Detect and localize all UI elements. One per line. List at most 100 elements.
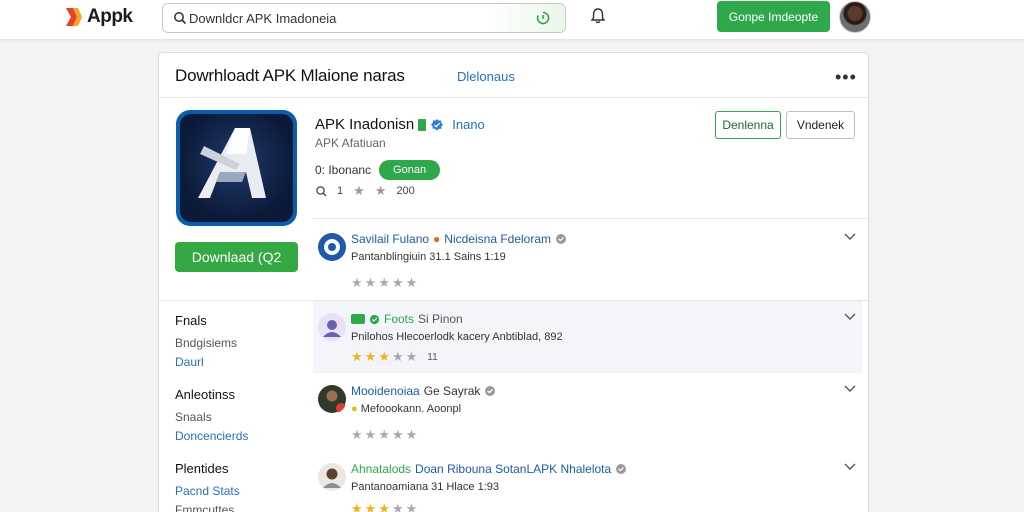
avatar — [318, 233, 346, 261]
review-name[interactable]: Mooidenoiaa — [351, 384, 420, 398]
sidebar-group: Fnals Bndgisiems Daurl — [175, 313, 305, 369]
search-input[interactable] — [189, 8, 489, 28]
sidebar-link[interactable]: Pacnd Stats — [175, 484, 305, 498]
sidebar-group: Anleotinss Snaals Doncencierds — [175, 387, 305, 443]
logo[interactable]: Αppk — [64, 5, 133, 29]
verified-icon — [431, 118, 444, 131]
star-icon: ★ — [364, 275, 377, 290]
sidebar: Fnals Bndgisiems Daurl Anleotinss Snaals… — [175, 313, 305, 512]
app-name-row: APK Inadonisn Inano — [315, 116, 485, 133]
stats-value-a: 1 — [337, 185, 344, 197]
download-button[interactable]: Downlaad (Q2 — [175, 242, 298, 272]
star-icon: ★ — [364, 349, 377, 364]
emoji-icon: ● — [351, 403, 358, 415]
sidebar-group: Plentides Pacnd Stats Fmmcuttes — [175, 461, 305, 512]
star-icon: ★ — [391, 349, 404, 364]
rating-stars: ★ ★ ★ ★ ★ — [351, 427, 417, 443]
review-author: Foots Si Pinon — [351, 312, 463, 326]
header-cta-button[interactable]: Gonpe Imdeopte — [717, 1, 830, 32]
chevron-down-icon[interactable] — [844, 385, 856, 393]
star-icon: ★ — [405, 349, 418, 364]
main-card: Dowrhloadt APK Mlaione naras Dlelonaus •… — [158, 52, 869, 512]
app-name: APK Inadonisn — [315, 116, 415, 133]
star-icon: ★ — [378, 349, 390, 364]
review-author: Savilail Fulano ● Nicdeisna Fdeloram — [351, 232, 567, 246]
rating-stars: ★ ★ ★ ★ ★ — [351, 501, 417, 512]
badge-icon — [418, 118, 427, 131]
app-stats-row: 1 ★ ★ 200 — [315, 183, 415, 199]
sidebar-link[interactable]: Doncencierds — [175, 429, 305, 443]
bell-icon[interactable] — [589, 7, 607, 25]
emoji-icon: ● — [433, 232, 441, 246]
review-body: Pantanblingiuin 31.1 Sains 1:19 — [351, 251, 506, 263]
review-tag: Nicdeisna Fdeloram — [444, 232, 552, 246]
verified-icon — [485, 386, 496, 396]
review-item[interactable]: Ahnatalods Doan Ribouna SotanLAPK Nhalel… — [313, 451, 862, 512]
star-icon: ★ — [353, 183, 365, 198]
search-bar[interactable] — [162, 3, 566, 33]
app-subtitle: APK Afatiuan — [315, 136, 386, 150]
review-author: Mooidenoiaa Ge Sayrak — [351, 384, 496, 398]
star-icon: ★ — [405, 501, 418, 512]
rating-stars: ★ ★ ★ ★ ★ — [351, 275, 417, 291]
stats-value-b: 200 — [396, 185, 415, 197]
refresh-icon[interactable] — [535, 10, 551, 26]
avatar — [318, 463, 346, 491]
review-item[interactable]: Foots Si Pinon Pnilohos Hlecoerlodk kace… — [313, 301, 862, 373]
stats-icon — [316, 186, 327, 197]
sidebar-link[interactable]: Fmmcuttes — [175, 503, 305, 512]
review-name[interactable]: Foots — [384, 312, 414, 326]
star-icon: ★ — [405, 275, 418, 290]
divider — [159, 97, 868, 98]
star-icon: ★ — [351, 275, 363, 290]
avatar[interactable] — [839, 1, 871, 33]
logo-text: Αppk — [87, 6, 133, 27]
breadcrumb[interactable]: Dlelonaus — [457, 69, 515, 84]
chevron-down-icon[interactable] — [844, 233, 856, 241]
app-icon — [176, 110, 297, 226]
sidebar-link[interactable]: Bndgisiems — [175, 336, 305, 350]
star-icon: ★ — [391, 275, 404, 290]
star-icon: ★ — [351, 501, 363, 512]
secondary-outline-button[interactable]: Vndenek — [786, 111, 855, 139]
review-name[interactable]: Savilail Fulano — [351, 232, 429, 246]
review-tag: Ge Sayrak — [423, 384, 481, 398]
review-tag: Doan Ribouna SotanLAPK Nhalelota — [415, 462, 612, 476]
top-bar: Αppk Gonpe Imdeopte — [0, 0, 1024, 40]
review-item[interactable]: Savilail Fulano ● Nicdeisna Fdeloram Pan… — [313, 221, 862, 301]
star-icon: ★ — [391, 427, 404, 442]
star-icon: ★ — [378, 275, 390, 290]
primary-outline-button[interactable]: Denlenna — [715, 111, 781, 139]
star-icon: ★ — [378, 501, 390, 512]
page-title: Dowrhloadt APK Mlaione naras — [175, 66, 405, 85]
chevron-down-icon[interactable] — [844, 313, 856, 321]
review-tag: Si Pinon — [418, 312, 463, 326]
app-meta-label: 0: Ibonanc — [315, 163, 372, 177]
more-options-icon[interactable]: ••• — [835, 67, 857, 88]
app-logo-icon — [198, 128, 266, 198]
category-pill[interactable]: Gonan — [379, 160, 441, 180]
star-icon: ★ — [391, 501, 404, 512]
star-icon: ★ — [351, 427, 363, 442]
search-icon — [174, 12, 187, 25]
verified-icon — [616, 464, 627, 474]
app-developer[interactable]: Inano — [452, 117, 485, 132]
star-icon: ★ — [405, 427, 418, 442]
star-icon: ★ — [351, 349, 363, 364]
rating-count: 11 — [427, 351, 438, 363]
review-body: Pantanoamiana 31 Hlace 1:93 — [351, 481, 499, 493]
rating-stars: ★ ★ ★ ★ ★ 11 — [351, 349, 438, 365]
review-name[interactable]: Ahnatalods — [351, 462, 411, 476]
sidebar-link[interactable]: Daurl — [175, 355, 305, 369]
review-item[interactable]: Mooidenoiaa Ge Sayrak ● Mefoookann. Aoon… — [313, 373, 862, 451]
review-author: Ahnatalods Doan Ribouna SotanLAPK Nhalel… — [351, 462, 627, 476]
star-icon: ★ — [374, 183, 387, 198]
sidebar-heading: Anleotinss — [175, 387, 235, 402]
verified-icon — [556, 234, 567, 244]
verified-icon — [369, 314, 380, 324]
chevron-down-icon[interactable] — [844, 463, 856, 471]
star-icon: ★ — [378, 427, 390, 442]
star-icon: ★ — [364, 501, 377, 512]
sidebar-heading: Fnals — [175, 313, 207, 328]
sidebar-link[interactable]: Snaals — [175, 410, 305, 424]
